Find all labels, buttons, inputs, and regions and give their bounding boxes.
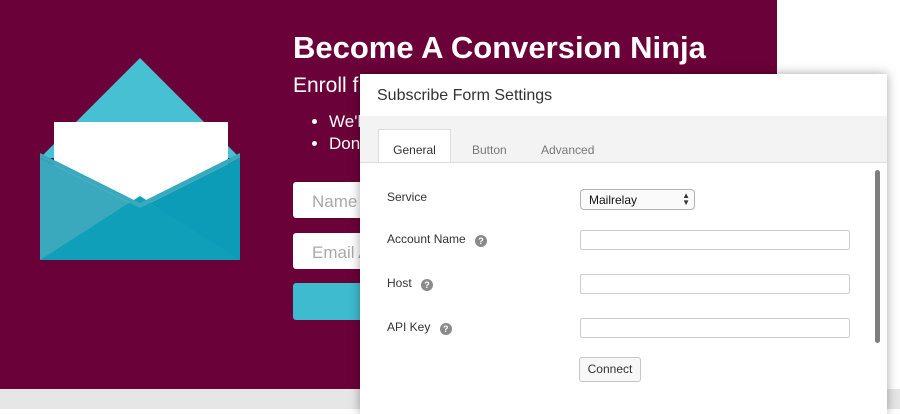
dialog-title: Subscribe Form Settings <box>377 87 553 104</box>
service-label-text: Service <box>387 190 428 204</box>
help-icon[interactable]: ? <box>475 235 488 247</box>
subscribe-form-settings-dialog: Subscribe Form Settings General Button A… <box>360 74 887 414</box>
tab-bar: General Button Advanced <box>360 116 887 163</box>
api-key-label-text: API Key <box>387 320 431 334</box>
connect-button[interactable]: Connect <box>579 357 641 382</box>
hero-bullet: Don' <box>329 133 363 155</box>
host-label-text: Host <box>387 276 412 290</box>
service-select-value: Mailrelay <box>589 193 638 207</box>
service-label: Service <box>387 190 427 204</box>
hero-subtitle: Enroll f <box>293 74 359 97</box>
help-icon[interactable]: ? <box>421 279 434 291</box>
scrollbar-thumb[interactable] <box>875 170 880 343</box>
help-icon[interactable]: ? <box>439 323 452 335</box>
account-name-label-text: Account Name <box>387 232 466 246</box>
envelope-icon <box>40 58 240 260</box>
hero-bullet: We'l <box>329 111 363 133</box>
tab-advanced[interactable]: Advanced <box>541 143 594 157</box>
host-label: Host ? <box>387 276 434 291</box>
dialog-header: Subscribe Form Settings <box>360 74 887 117</box>
account-name-input[interactable] <box>580 230 850 250</box>
hero-bullet-list: We'l Don' <box>313 111 363 155</box>
api-key-input[interactable] <box>580 318 850 338</box>
select-arrows-icon: ▲ ▼ <box>682 191 690 207</box>
tab-button[interactable]: Button <box>472 143 507 157</box>
hero-title: Become A Conversion Ninja <box>293 30 706 65</box>
host-input[interactable] <box>580 274 850 294</box>
tab-general[interactable]: General <box>378 129 451 162</box>
account-name-label: Account Name ? <box>387 232 488 247</box>
api-key-label: API Key ? <box>387 320 452 335</box>
service-select[interactable]: Mailrelay ▲ ▼ <box>580 189 695 210</box>
